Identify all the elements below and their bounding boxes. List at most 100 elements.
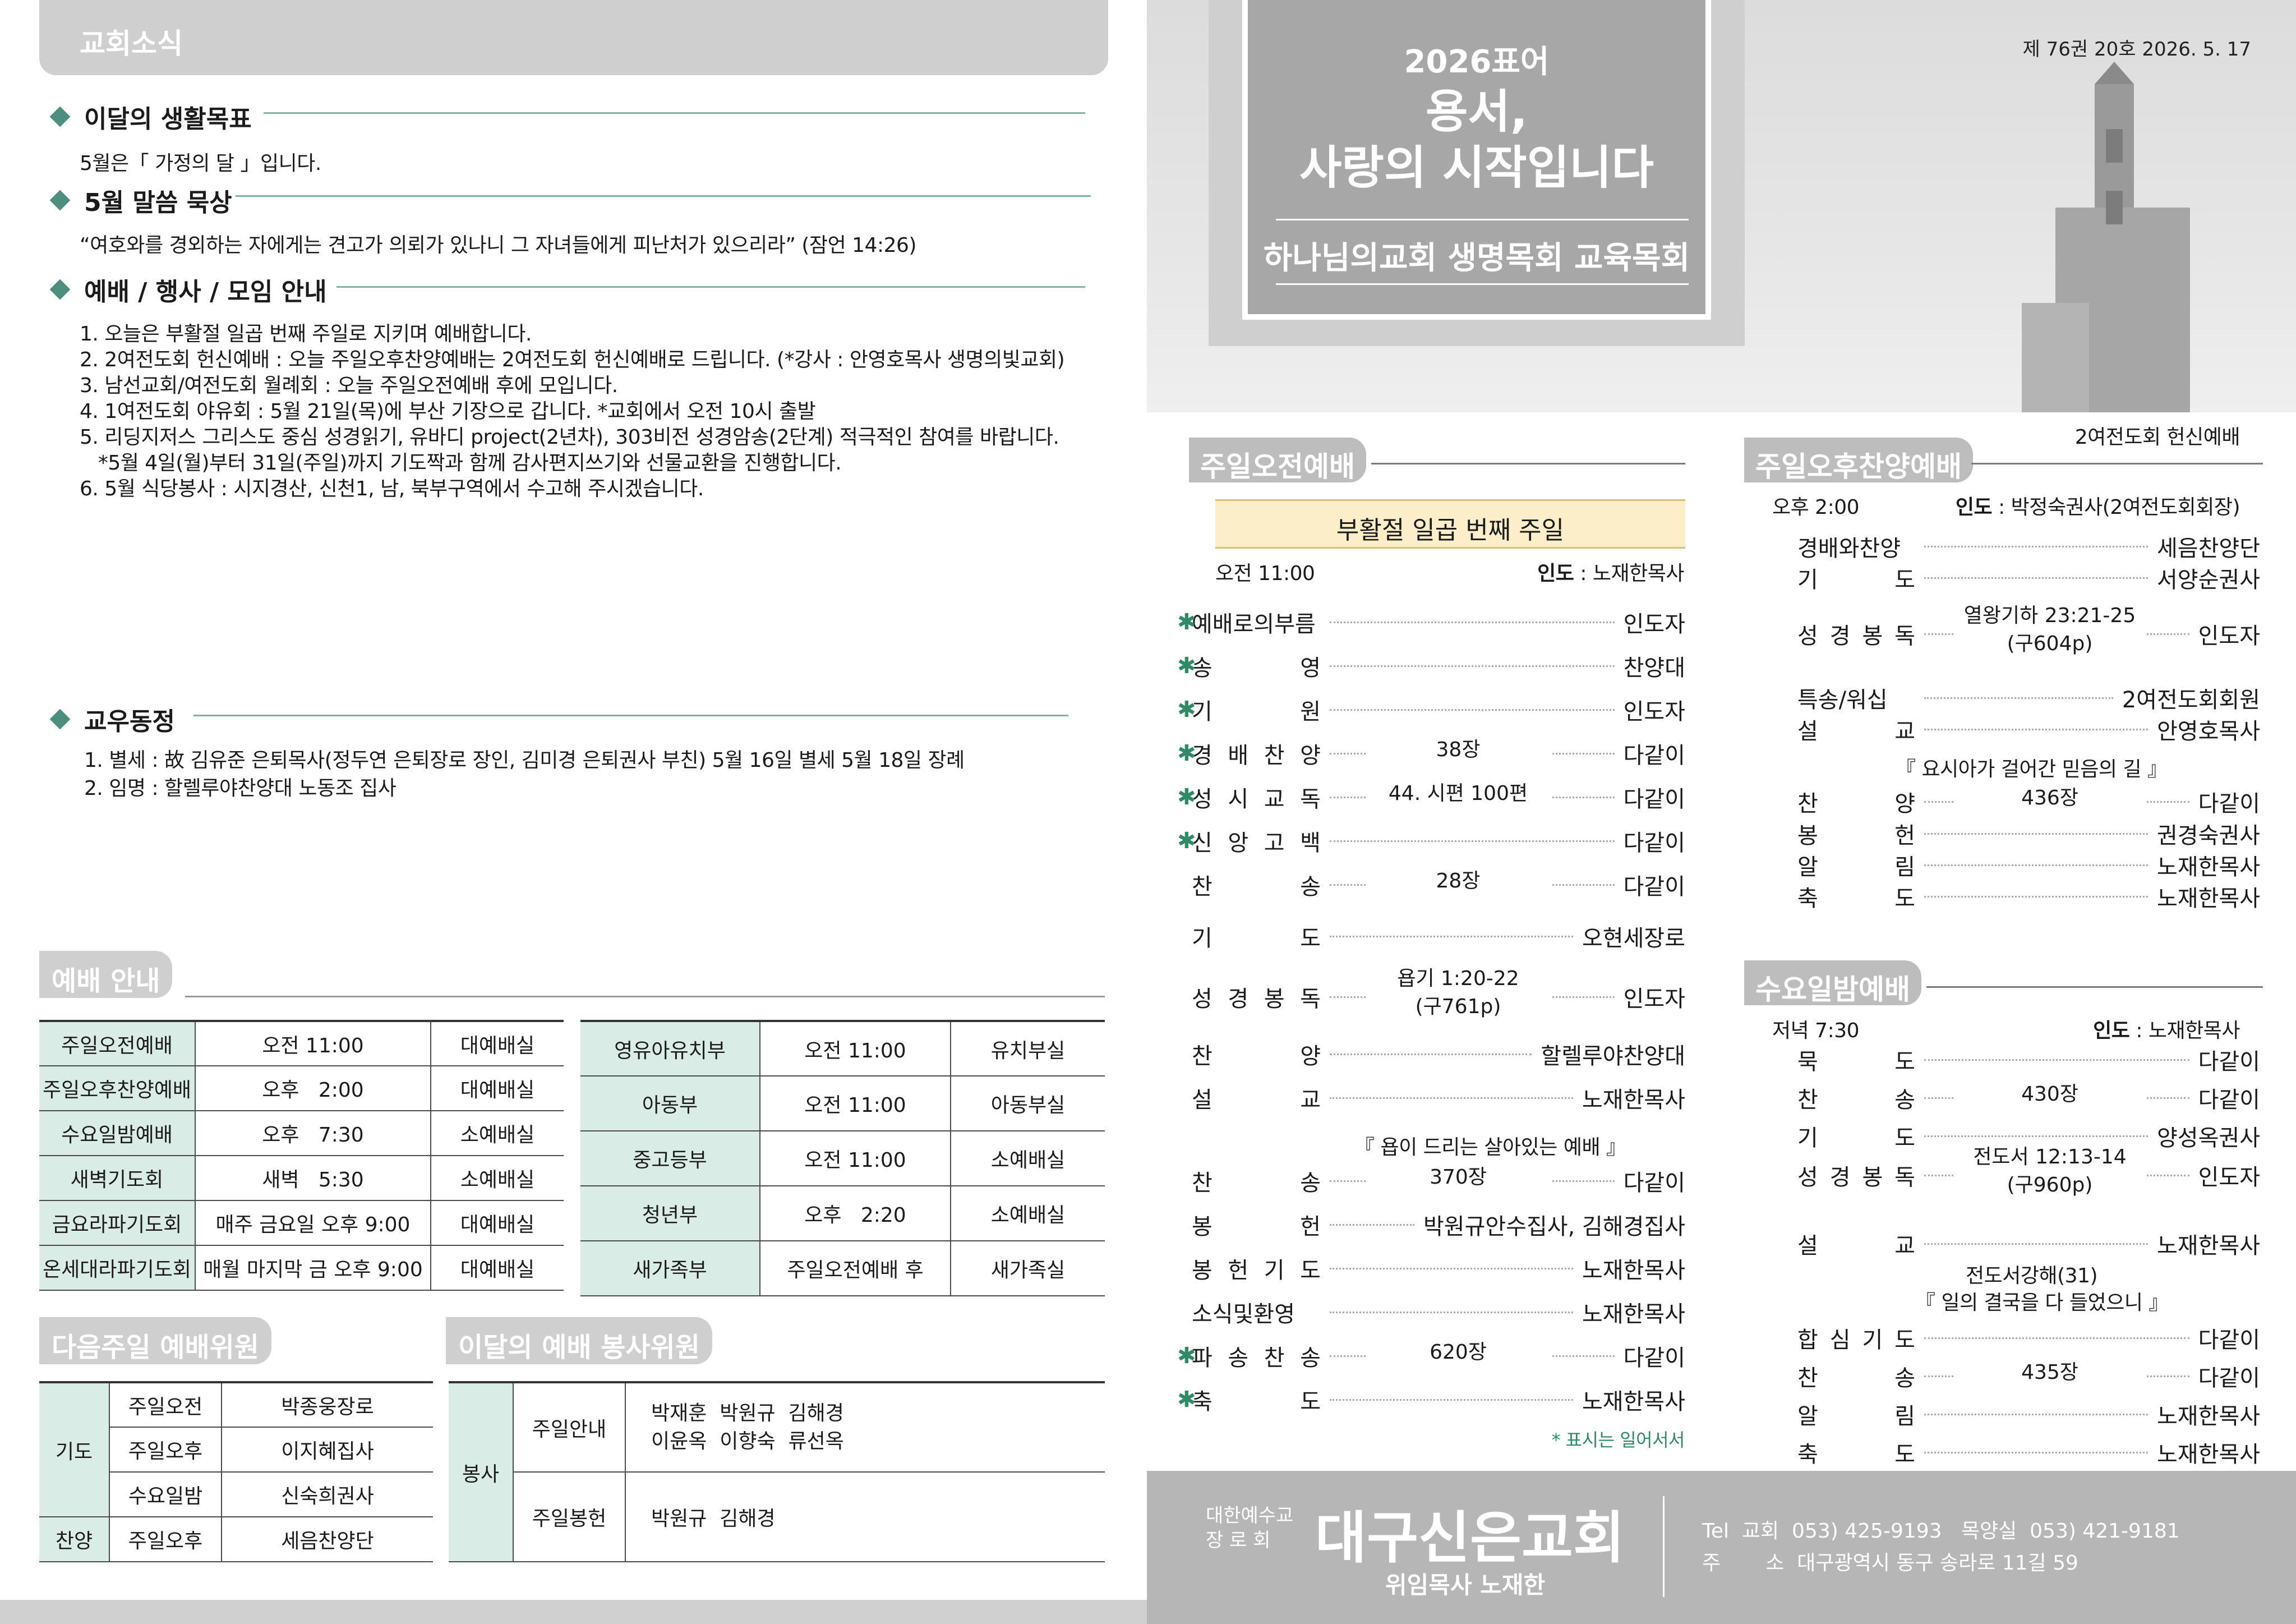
bottom-strip [0,1600,1147,1624]
notice-item: 1. 오늘은 부활절 일곱 번째 주일로 지키며 예배합니다. [80,323,532,346]
afternoon-subtitle: 2여전도회 헌신예배 [2074,426,2240,449]
news-page: 교회소식 이달의 생활목표 5월은「 가정의 달 」입니다. 5월 말씀 묵상 … [0,0,1147,1624]
order-item: 설 교 안영호목사 [1797,713,2260,746]
divider [193,715,1068,716]
order-item-label: 찬송 [1192,874,1321,900]
divider [264,112,1085,114]
afternoon-leader: 인도 : 박정숙권사(2여전도회회장) [1955,496,2240,519]
motto-org: 하나님의교회 생명목회 교육목회 [1263,240,1690,277]
leader-dots [1330,1398,1573,1401]
table-row: 봉사 주일안내 박재훈 박원규 김해경 이윤옥 이향숙 류선옥 [449,1381,1105,1562]
leader-dots [1330,665,1615,667]
schedule-table-right: 영유아유치부 오전 11:00 유치부실 아동부 오전 11:00 아동부실 중고등부 오… [580,1020,1105,1296]
order-item: 경배와찬양 세음찬양단 [1797,530,2260,563]
wednesday-order: 묵 도 다같이 찬 송 430장 다같이 기 도 양성옥권사 성 경 봉 독 전도서 12:13-14 (구… [1772,1043,2266,1470]
order-item-person: 권경숙권사 [2157,823,2260,849]
morning-time: 오전 11:00 [1215,562,1315,585]
wednesday-leader: 인도 : 노재한목사 [2093,1019,2240,1042]
order-item-label: 설교 [1797,1233,1915,1259]
order-item: ✱ 성 시 교 독 44. 시편 100편 다같이 [1177,780,1685,813]
order-item-detail: 38장 [1366,736,1551,764]
stand-icon: ✱ [1177,1343,1196,1369]
leader-dots [1330,935,1573,937]
leader-dots [1924,864,2148,866]
order-item-label: 기도 [1797,1125,1915,1151]
church-name: 대구신은교회 [1315,1505,1625,1571]
morning-order: ✱ 예배로의부름 인도자 ✱ 송 영 찬양대 ✱ 기 원 인도자 ✱ 경 배 찬 양 38장 다같이 ✱ 성 시 교 독 44… [1172,606,1688,1415]
order-item-person: 다같이 [2198,1327,2260,1353]
order-item-person: 노재한목사 [2157,1233,2260,1259]
table-row: 새벽기도회 새벽 5:30 소예배실 [39,1156,564,1201]
leader-dots [1924,1059,2189,1061]
table-row: 주일오전예배 오전 11:00 대예배실 [39,1020,564,1066]
order-item: ✱ 송 영 찬양대 [1177,650,1685,682]
order-item-person: 다같이 [2198,1365,2260,1391]
stand-icon: ✱ [1177,828,1196,854]
afternoon-heading: 주일오후찬양예배 [1744,438,1973,483]
divider [336,286,1085,288]
order-item-label: 축도 [1797,886,1915,912]
order-item-person: 노재한목사 [2157,886,2260,912]
order-item: 알 림 노재한목사 [1797,849,2260,881]
order-item-detail: 28장 [1366,867,1551,895]
leader-dots [1924,832,2148,835]
order-item: 성 경 봉 독 열왕기하 23:21-25 (구604p) 인도자 [1797,602,2260,658]
order-item-label: 묵도 [1797,1049,1915,1075]
order-item-person: 다같이 [1623,1345,1685,1371]
order-item-person: 노재한목사 [1582,1301,1685,1327]
order-item-person: 양성옥권사 [2157,1125,2260,1151]
notice-item: 4. 1여전도회 야유회 : 5월 21일(목)에 부산 기장으로 갑니다. *… [80,400,816,423]
order-item-label: 경배와찬양 [1797,536,1901,562]
member-item: 2. 임명 : 할렐루야찬양대 노동조 집사 [84,777,397,800]
divider [1276,283,1689,285]
order-item: 성 경 봉 독 욥기 1:20-22 (구761p) 인도자 [1192,965,1685,1021]
table-row: 수요일밤예배 오후 7:30 소예배실 [39,1111,564,1156]
order-item-label: 찬송 [1797,1365,1915,1391]
leader-dots [1330,840,1615,842]
order-item-label: 파송찬송 [1192,1345,1321,1371]
order-item: 축 도 노재한목사 [1797,1436,2260,1469]
order-item-label: 설교 [1797,719,1915,744]
leader-dots [1924,728,2148,730]
order-item-label: 찬송 [1192,1170,1321,1196]
order-item-person: 노재한목사 [1582,1087,1685,1113]
order-item-label: 축도 [1797,1442,1915,1467]
divider [1663,1496,1665,1597]
order-item-label: 봉헌기도 [1192,1258,1321,1283]
stand-icon: ✱ [1177,784,1196,810]
order-item-label: 기원 [1192,699,1321,725]
order-item: 찬 양 할렐루야찬양대 [1192,1038,1685,1070]
contact-address: 주 소 대구광역시 동구 송라로 11길 59 [1702,1552,2078,1575]
order-item-person: 다같이 [1623,874,1685,900]
verse-text: “여호와를 경외하는 자에게는 견고가 의뢰가 있나니 그 자녀들에게 피난처가… [80,234,916,257]
order-item: 설 교 노재한목사 [1797,1227,2260,1260]
order-item: 알 림 노재한목사 [1797,1398,2260,1430]
table-row: 찬양 주일오후 세음찬양단 [39,1517,433,1562]
leader-dots [1330,621,1615,623]
order-item-label: 특송/워십 [1797,687,1888,713]
motto-inner: 2026표어 용서, 사랑의 시작입니다 하나님의교회 생명목회 교육목회 [1242,0,1711,320]
leader-dots [1330,1267,1573,1269]
divider [1971,463,2263,464]
afternoon-sermon-title: 『 요시아가 걸어간 믿음의 길 』 [1896,758,2168,781]
order-item-label: 찬양 [1192,1043,1321,1069]
wednesday-series: 전도서강해(31) [1966,1264,2098,1287]
stand-icon: ✱ [1177,653,1196,679]
order-item: ✱ 경 배 찬 양 38장 다같이 [1177,736,1685,770]
leader-dots [1924,1135,2148,1137]
members-heading: 교우동정 [49,701,175,737]
order-item-label: 찬양 [1797,791,1915,817]
order-item: 찬 송 430장 다같이 [1797,1080,2260,1114]
pastor-name: 위임목사 노재한 [1385,1571,1546,1599]
order-item: 특송/워십 2여전도회회원 [1797,682,2260,714]
notice-item: 5. 리딩지저스 그리스도 중심 성경읽기, 유바디 project(2년차),… [80,426,1059,449]
order-item-person: 2여전도회회원 [2122,687,2260,713]
order-item-label: 소식및환영 [1192,1301,1295,1327]
order-item-person: 서양순권사 [2157,567,2260,593]
news-header-bar: 교회소식 [39,0,1108,75]
order-item: 기 도 오현세장로 [1192,920,1685,953]
stand-icon: ✱ [1177,740,1196,766]
order-item-person: 다같이 [2198,1049,2260,1075]
order-item-label: 성시교독 [1192,786,1321,812]
schedule-table-left: 주일오전예배 오전 11:00 대예배실 주일오후찬양예배 오후 2:00 대예배실 수… [39,1020,564,1291]
